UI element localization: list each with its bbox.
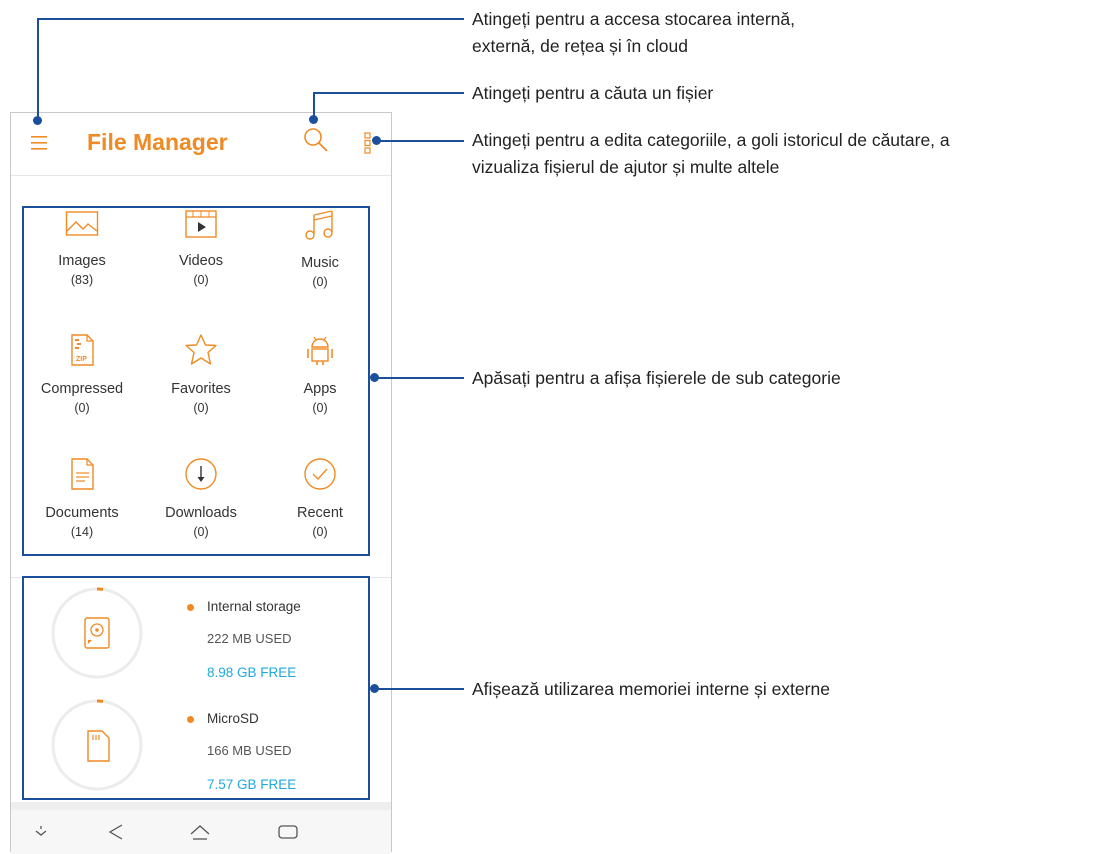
callout-line-storage [375, 688, 464, 690]
callout-text-search: Atingeți pentru a căuta un fișier [472, 80, 713, 107]
callout-line-search-horizontal [313, 92, 464, 94]
callout-line-text: Atingeți pentru a accesa stocarea intern… [472, 9, 795, 29]
callout-line-text: Atingeți pentru a căuta un fișier [472, 83, 714, 103]
app-title: File Manager [87, 129, 228, 155]
callout-line-menu-horizontal [37, 18, 464, 20]
callout-text-storage: Afișează utilizarea memoriei interne și … [472, 676, 830, 703]
callout-dot-search [309, 115, 318, 124]
callout-line-text: Atingeți pentru a edita categoriile, a g… [472, 130, 950, 150]
callout-line-menu-vertical [37, 18, 39, 122]
callout-dot-storage [370, 684, 379, 693]
callout-text-more: Atingeți pentru a edita categoriile, a g… [472, 127, 950, 181]
app-bar: File Manager [11, 113, 391, 175]
notification-down-icon[interactable] [30, 822, 52, 842]
callout-dot-menu [33, 116, 42, 125]
recents-icon[interactable] [277, 822, 299, 842]
callout-line-categories [375, 377, 464, 379]
callout-line-text: Afișează utilizarea memoriei interne și … [472, 679, 830, 699]
callout-text-menu: Atingeți pentru a accesa stocarea intern… [472, 6, 795, 60]
callout-line-text: vizualiza fișierul de ajutor și multe al… [472, 157, 780, 177]
back-icon[interactable] [105, 822, 127, 842]
callout-dot-categories [370, 373, 379, 382]
callout-dot-more [372, 136, 381, 145]
callout-text-categories: Apăsați pentru a afișa fișierele de sub … [472, 365, 841, 392]
more-options-icon[interactable] [363, 131, 373, 155]
callout-line-text: externă, de rețea și în cloud [472, 36, 688, 56]
categories-highlight-box [22, 206, 370, 556]
home-icon[interactable] [189, 822, 211, 842]
system-nav-bar [11, 802, 391, 854]
storage-highlight-box [22, 576, 370, 800]
callout-line-more [376, 140, 464, 142]
app-bar-divider [11, 175, 391, 176]
nav-bar-strip [11, 802, 391, 810]
hamburger-icon[interactable] [29, 133, 49, 153]
callout-line-text: Apăsați pentru a afișa fișierele de sub … [472, 368, 841, 388]
search-icon[interactable] [303, 127, 329, 153]
